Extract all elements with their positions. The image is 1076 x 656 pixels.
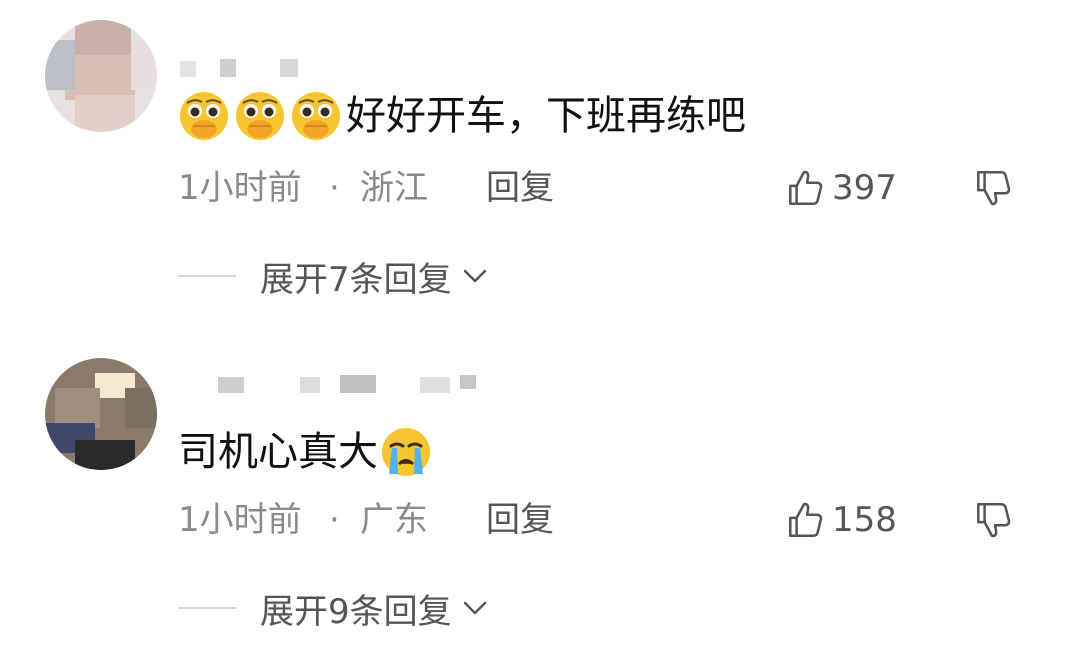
expand-replies-label: 展开9条回复 bbox=[260, 591, 452, 632]
comment-meta: 1小时前 · 浙江 回复 397 bbox=[178, 166, 1038, 210]
reply-button[interactable]: 回复 bbox=[486, 166, 554, 210]
expand-replies-button[interactable]: 展开7条回复 bbox=[178, 254, 538, 300]
username-blurred[interactable] bbox=[180, 371, 500, 397]
dislike-button[interactable] bbox=[972, 498, 1018, 542]
expand-replies-label: 展开7条回复 bbox=[260, 259, 452, 300]
avatar[interactable] bbox=[45, 358, 157, 470]
expand-replies-button[interactable]: 展开9条回复 bbox=[178, 586, 538, 632]
timestamp: 1小时前 bbox=[178, 168, 302, 208]
comment-text: 好好开车，下班再练吧 bbox=[178, 90, 746, 142]
thumbs-up-icon bbox=[789, 170, 823, 206]
like-button[interactable]: 158 bbox=[784, 498, 897, 542]
timestamp: 1小时前 bbox=[178, 500, 302, 540]
reply-button[interactable]: 回复 bbox=[486, 498, 554, 542]
face-covering-mouth-emoji bbox=[178, 90, 230, 142]
like-button[interactable]: 397 bbox=[784, 166, 897, 210]
comment-text-content: 好好开车，下班再练吧 bbox=[346, 93, 746, 139]
meta-separator: · bbox=[329, 168, 340, 208]
thumbs-down-icon bbox=[977, 502, 1011, 538]
comment-item: 好好开车，下班再练吧 1小时前 · 浙江 回复 397 展开7条回复 bbox=[0, 0, 1076, 328]
face-covering-mouth-emoji bbox=[234, 90, 286, 142]
comment-text: 司机心真大 bbox=[178, 426, 436, 478]
location: 浙江 bbox=[360, 168, 428, 208]
thumbs-up-icon bbox=[789, 502, 823, 538]
face-covering-mouth-emoji bbox=[290, 90, 342, 142]
thumbs-down-icon bbox=[977, 170, 1011, 206]
meta-separator: · bbox=[329, 500, 340, 540]
comment-text-content: 司机心真大 bbox=[178, 429, 378, 475]
like-count: 158 bbox=[832, 500, 897, 540]
crying-face-emoji bbox=[380, 426, 432, 478]
location: 广东 bbox=[360, 500, 428, 540]
username-blurred[interactable] bbox=[180, 55, 500, 81]
chevron-down-icon bbox=[460, 593, 490, 623]
dislike-button[interactable] bbox=[972, 166, 1018, 210]
expand-divider-line bbox=[178, 607, 236, 609]
like-count: 397 bbox=[832, 168, 897, 208]
avatar[interactable] bbox=[45, 20, 157, 132]
chevron-down-icon bbox=[460, 261, 490, 291]
comment-item: 司机心真大 1小时前 · 广东 回复 158 展开9条回复 bbox=[0, 328, 1076, 656]
comment-meta: 1小时前 · 广东 回复 158 bbox=[178, 498, 1038, 542]
expand-divider-line bbox=[178, 275, 236, 277]
